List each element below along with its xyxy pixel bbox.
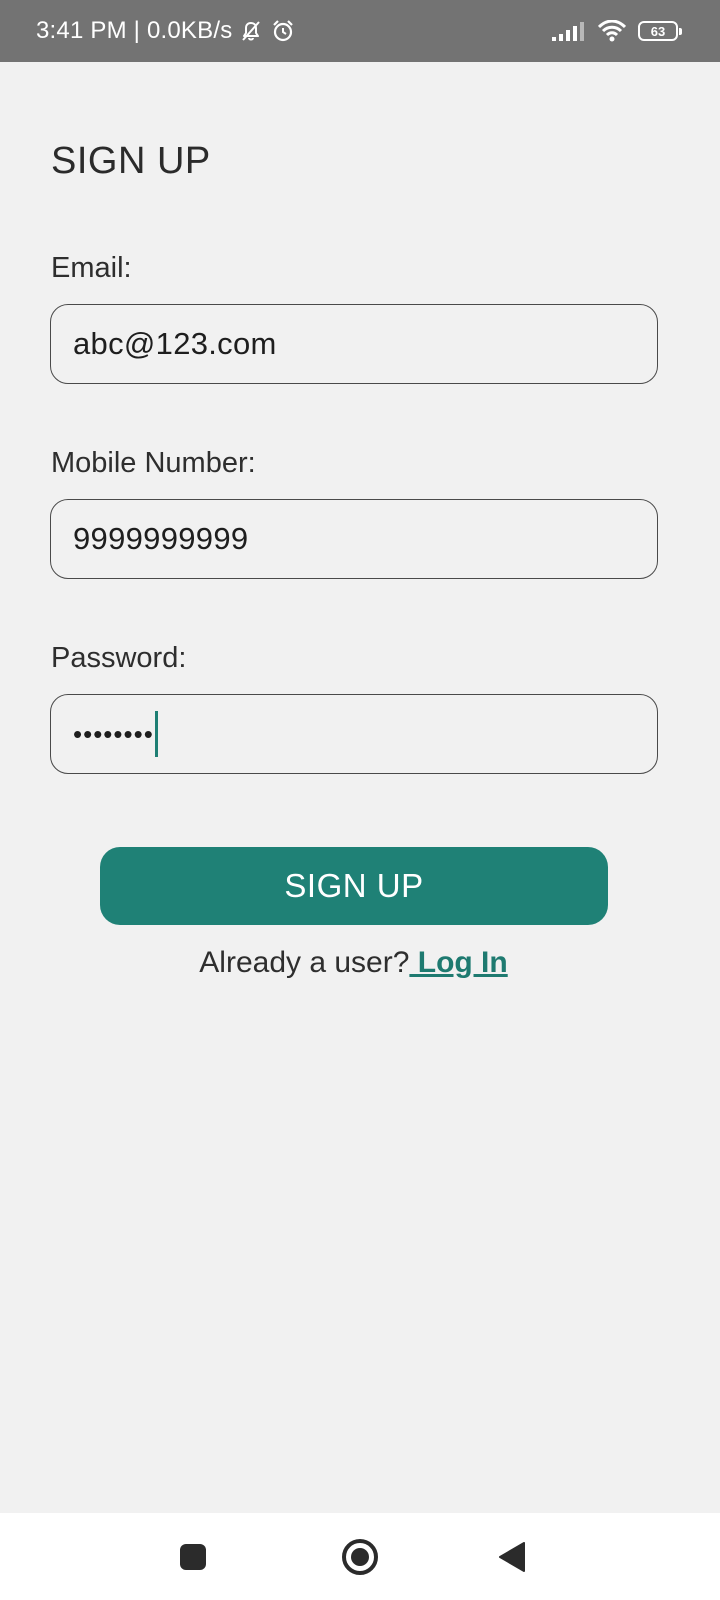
signup-button[interactable]: SIGN UP <box>100 847 608 925</box>
navigation-bar <box>0 1513 720 1600</box>
login-link[interactable]: Log In <box>409 946 508 979</box>
wifi-icon <box>598 20 626 42</box>
status-left: 3:41 PM | 0.0KB/s <box>36 0 296 62</box>
text-cursor <box>154 711 158 757</box>
bell-off-icon <box>238 18 264 44</box>
login-prompt-text: Already a user? <box>199 946 410 979</box>
email-label: Email: <box>51 252 132 284</box>
battery-icon: 63 <box>638 21 682 41</box>
mobile-value: 9999999999 <box>73 521 249 556</box>
email-value: abc@123.com <box>73 326 277 361</box>
recents-icon[interactable] <box>153 1513 233 1600</box>
email-field[interactable]: abc@123.com <box>50 304 658 384</box>
status-right: 63 <box>552 0 682 62</box>
status-time-speed: 3:41 PM | 0.0KB/s <box>36 17 233 44</box>
page-title: SIGN UP <box>51 140 211 182</box>
signal-icon <box>552 21 586 41</box>
alarm-icon <box>270 18 296 44</box>
password-value: •••••••• <box>73 718 154 749</box>
password-label: Password: <box>51 642 187 674</box>
login-prompt: Already a user? Log In <box>0 946 707 980</box>
mobile-number-field[interactable]: 9999999999 <box>50 499 658 579</box>
back-icon[interactable] <box>472 1513 552 1600</box>
mobile-label: Mobile Number: <box>51 447 256 479</box>
password-field[interactable]: •••••••• <box>50 694 658 774</box>
home-icon[interactable] <box>320 1513 400 1600</box>
status-bar: 3:41 PM | 0.0KB/s 63 <box>0 0 720 62</box>
